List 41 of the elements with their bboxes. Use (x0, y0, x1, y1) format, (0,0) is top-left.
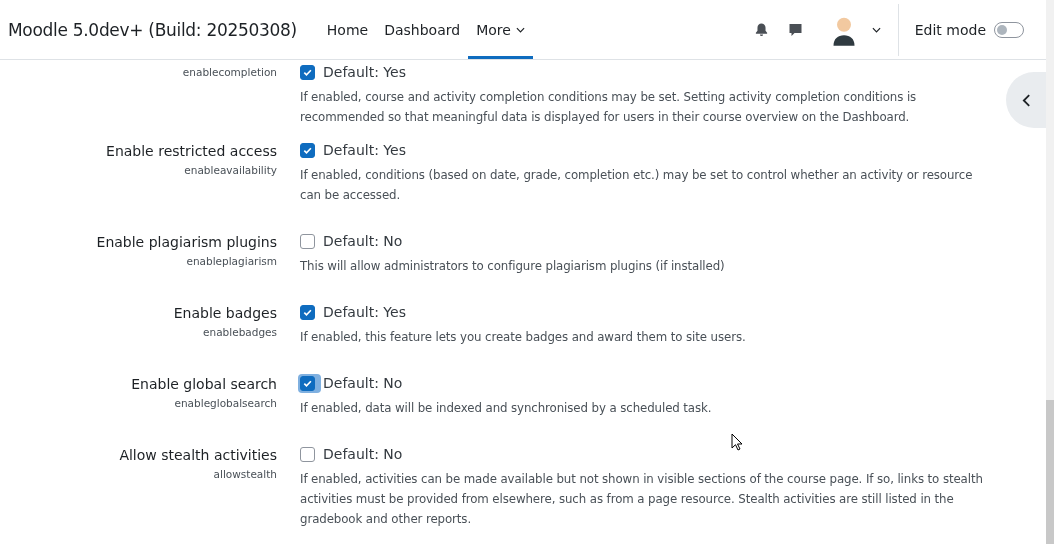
scrollbar[interactable] (1046, 0, 1054, 544)
setting-description: If enabled, course and activity completion conditions may be set. Setting activity completion conditions is recommended so that meaningful data is displayed for users in their course overview on the Dashboard. (300, 89, 918, 126)
default-value: Default: No (323, 375, 403, 391)
chevron-icon (1021, 93, 1031, 107)
setting-label: Enable global search (131, 375, 277, 394)
setting-description: If enabled, data will be indexed and synchronised by a scheduled task. (300, 400, 713, 417)
bell-icon[interactable] (753, 22, 769, 37)
setting-description: If enabled, this feature lets you create badges and award them to site users. (300, 329, 747, 346)
checkbox[interactable] (300, 142, 315, 158)
setting-key: enableavailability (184, 161, 277, 179)
setting-key: enablecompletion (182, 63, 277, 81)
setting-key: enableplagiarism (186, 252, 277, 270)
setting-key: allowstealth (213, 465, 277, 483)
setting-label: Enable badges (173, 304, 277, 323)
checkbox[interactable] (300, 233, 315, 249)
caret-icon (515, 26, 525, 33)
caret-icon[interactable] (871, 26, 881, 33)
default-value: Default: No (323, 233, 403, 249)
setting-description: If enabled, conditions (based on date, grade, completion etc.) may be set to control whether an activity or resource can be accessed. (300, 167, 974, 204)
default-value: Default: Yes (323, 142, 406, 158)
nav-link[interactable]: Dashboard (376, 0, 469, 59)
setting-description: If enabled, activities can be made available but not shown in visible sections of the course page. If so, links to stealth activities must be provided from elsewhere, such as from a page resource. Stealth activities are still listed in the gradebook and other reports. (300, 471, 984, 528)
setting-key: enablebadges (203, 323, 277, 341)
setting-description: This will allow administrators to configure plagiarism plugins (if installed) (300, 258, 726, 275)
setting-label: Enable restricted access (106, 142, 277, 161)
setting-label: Enable plagiarism plugins (96, 233, 277, 252)
default-value: Default: Yes (323, 304, 406, 320)
default-value: Default: No (323, 446, 403, 462)
edit-mode-label: Edit mode (914, 21, 986, 38)
checkbox[interactable] (300, 446, 315, 462)
setting-key: enableglobalsearch (174, 394, 277, 412)
site-name[interactable]: Moodle 5.0dev+ (Build: 20250308) (8, 19, 297, 40)
edit-mode-switch[interactable] (994, 21, 1024, 38)
checkbox[interactable] (300, 64, 315, 80)
nav-link[interactable]: Home (318, 0, 377, 59)
drawer-toggle-button[interactable] (1006, 72, 1046, 128)
cursor-icon (731, 433, 743, 451)
nav-link[interactable]: More (468, 0, 533, 59)
default-value: Default: Yes (323, 64, 406, 80)
setting-label: Allow stealth activities (119, 446, 277, 465)
checkbox[interactable] (300, 304, 315, 320)
